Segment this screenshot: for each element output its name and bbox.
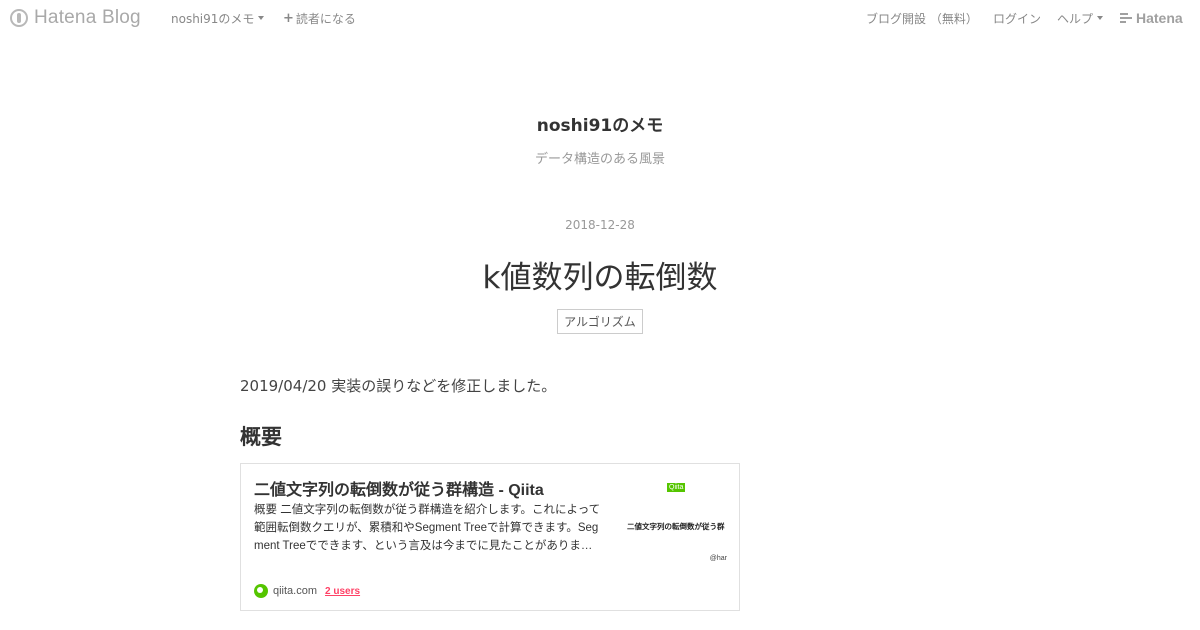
plus-icon: +: [283, 10, 294, 26]
thumbnail-text: 二値文字列の転倒数が従う群: [627, 522, 725, 531]
hatena-brand-link[interactable]: Hatena: [1120, 0, 1183, 36]
login-label: ログイン: [993, 11, 1042, 26]
global-header: Hatena Blog noshi91のメモ + 読者になる ブログ開設 （無料…: [0, 0, 1200, 36]
open-blog-label: ブログ開設 （無料）: [866, 11, 978, 26]
qiita-badge: Qiita: [667, 483, 686, 492]
embed-thumbnail[interactable]: Qiita 二値文字列の転倒数が従う群 @har: [627, 476, 727, 566]
embed-card-footer: qiita.com 2 users: [254, 584, 360, 598]
embed-domain[interactable]: qiita.com: [273, 585, 317, 597]
blog-title[interactable]: noshi91のメモ: [0, 111, 1200, 136]
thumbnail-handle: @har: [709, 555, 727, 562]
logo-text: Hatena Blog: [34, 7, 141, 28]
open-blog-link[interactable]: ブログ開設 （無料）: [866, 0, 978, 36]
embed-card-description: 概要 二値文字列の転倒数が従う群構造を紹介します。これによって 範囲転倒数クエリ…: [254, 501, 616, 555]
hatena-blog-logo[interactable]: Hatena Blog: [10, 7, 141, 29]
help-label: ヘルプ: [1057, 11, 1094, 26]
hatena-brand-label: Hatena: [1136, 10, 1183, 26]
subscribe-label: 読者になる: [295, 11, 356, 26]
blog-description: データ構造のある風景: [534, 152, 665, 167]
help-dropdown[interactable]: ヘルプ: [1057, 0, 1104, 36]
embed-card-title[interactable]: 二値文字列の転倒数が従う群構造 - Qiita: [254, 476, 544, 500]
login-link[interactable]: ログイン: [993, 0, 1041, 36]
chevron-down-icon: [1097, 16, 1104, 20]
embed-description-line: 範囲転倒数クエリが、累積和やSegment Treeで計算できます。Seg: [254, 522, 599, 534]
hatena-blog-logo-icon: [10, 9, 28, 27]
entry-title[interactable]: k値数列の転倒数: [0, 252, 1200, 297]
hatena-brand-icon: [1120, 13, 1132, 23]
subscribe-button[interactable]: + 読者になる: [283, 0, 356, 36]
blog-menu-label: noshi91のメモ: [171, 11, 255, 26]
bookmark-users-link[interactable]: 2 users: [325, 586, 360, 597]
section-heading: 概要: [240, 425, 282, 449]
chevron-down-icon: [258, 16, 265, 20]
embed-card[interactable]: 二値文字列の転倒数が従う群構造 - Qiita 概要 二値文字列の転倒数が従う群…: [240, 463, 740, 611]
category-tag[interactable]: アルゴリズム: [557, 309, 643, 334]
embed-description-line: 概要 二値文字列の転倒数が従う群構造を紹介します。これによって: [254, 504, 601, 516]
blog-menu-dropdown[interactable]: noshi91のメモ: [171, 0, 265, 36]
qiita-favicon-icon: [254, 584, 268, 598]
entry-intro-text: 2019/04/20 実装の誤りなどを修正しました。: [240, 377, 557, 395]
embed-description-line: ment Treeでできます、という言及は今までに見たことがありま…: [254, 540, 593, 552]
entry-date[interactable]: 2018-12-28: [0, 218, 1200, 232]
